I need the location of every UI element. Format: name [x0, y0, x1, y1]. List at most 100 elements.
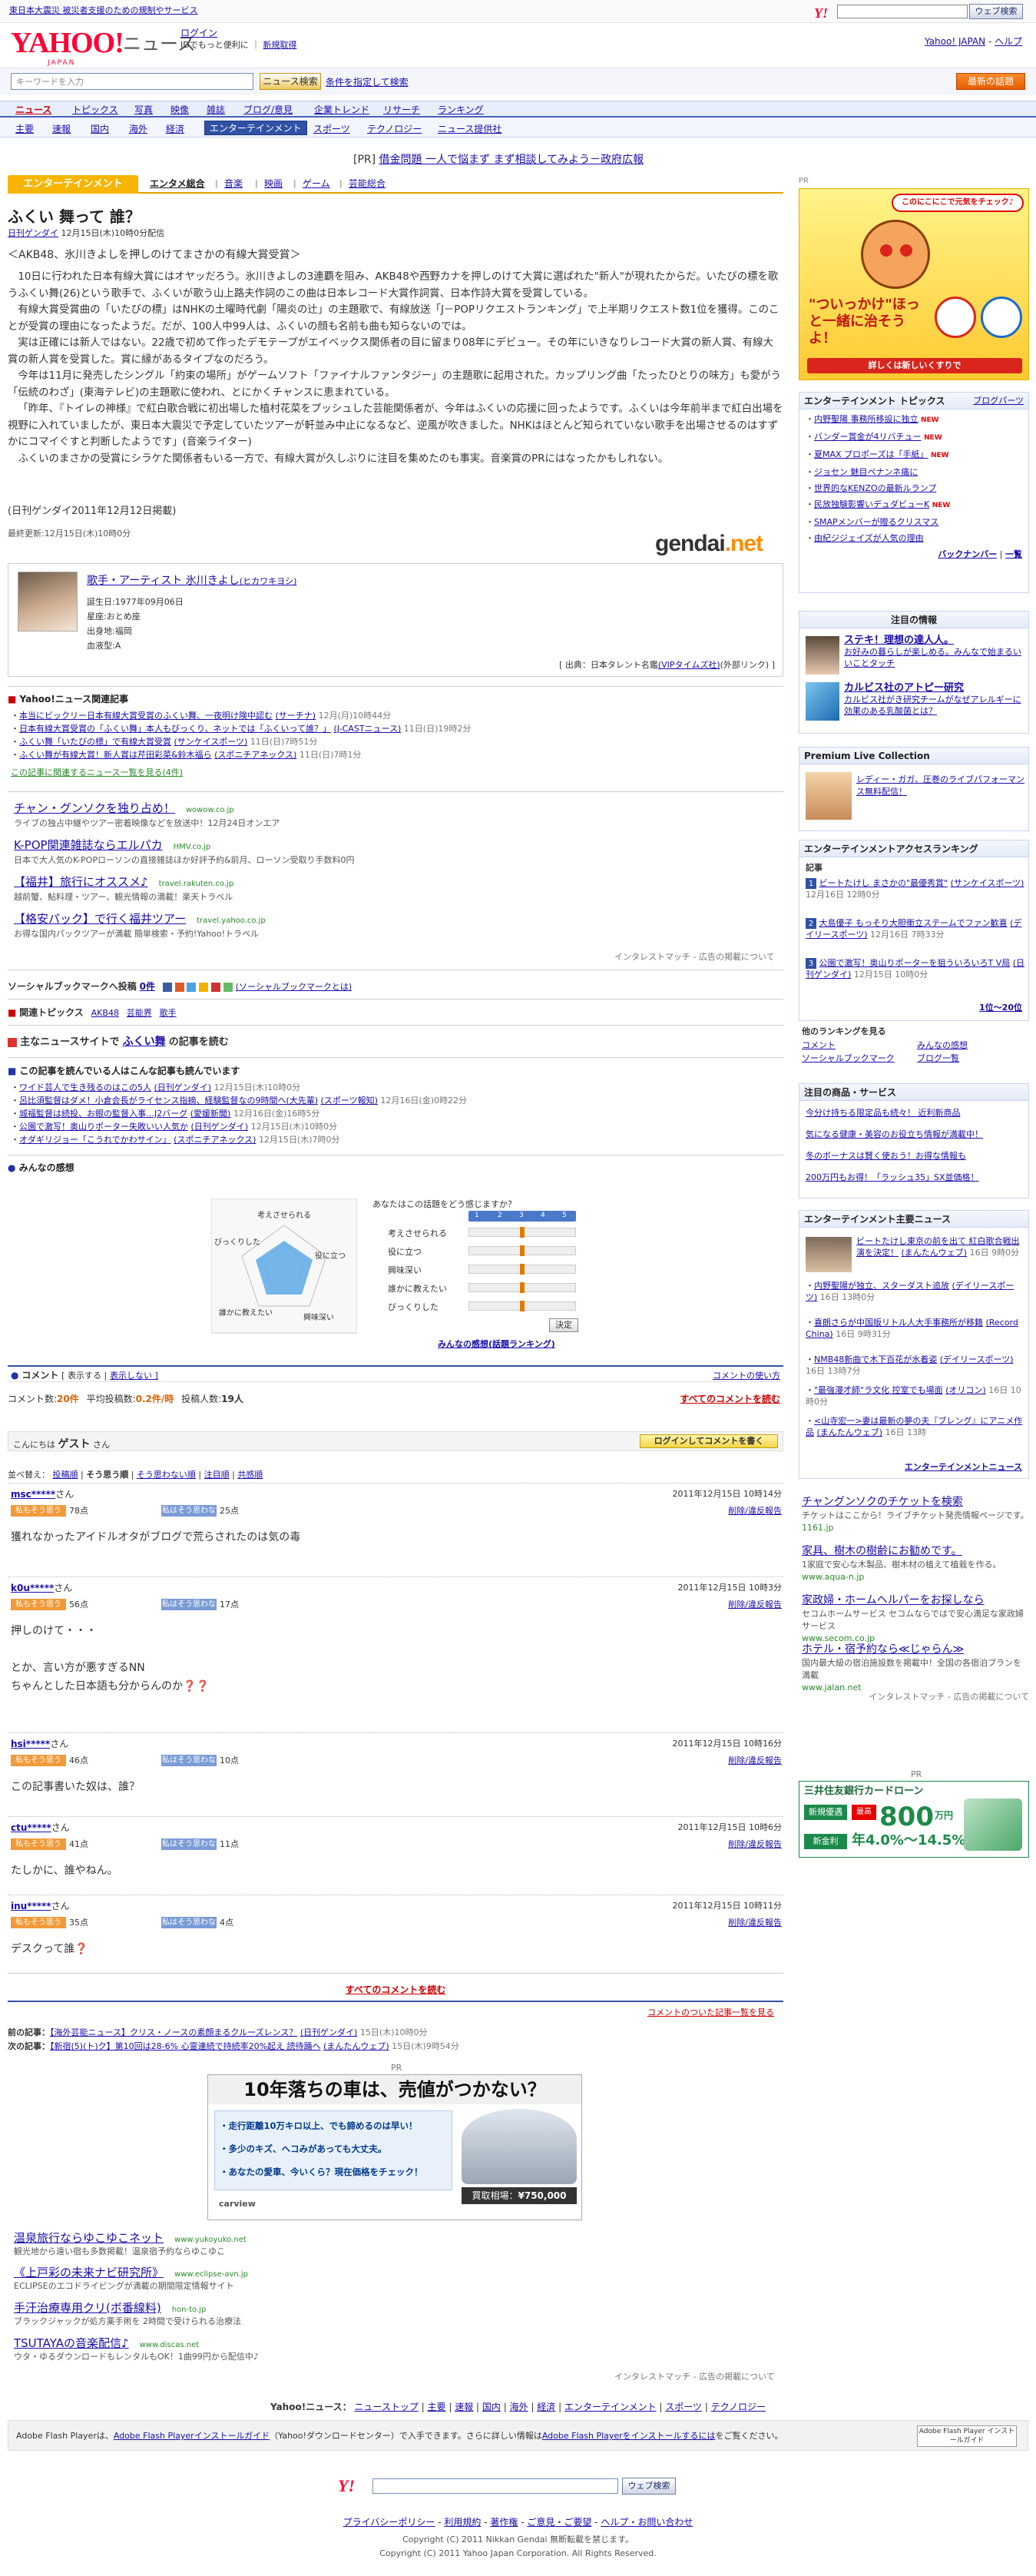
nav-ranking[interactable]: ランキング	[438, 104, 484, 117]
backnumber-link[interactable]: バックナンバー	[938, 549, 997, 559]
interest-match-note[interactable]: インタレストマッチ - 広告の掲載について	[614, 2371, 775, 2383]
footer-nav-link[interactable]: 主要	[428, 2402, 446, 2412]
topics-list-link[interactable]: 一覧	[1005, 549, 1022, 559]
sidebar-ad-item[interactable]: 家具、樹木の樹齢にお勧めです。 1家庭で安心な木製品、樹木材の植えて植栽を作る。 w…	[802, 1543, 1029, 1593]
product-item[interactable]: 冬のボーナスは賢く使おう！お得な情報も	[806, 1145, 1022, 1167]
hide-comments-link[interactable]: 表示しない ]	[110, 1371, 158, 1381]
survey-submit-button[interactable]: 決定	[549, 1318, 578, 1332]
artist-name[interactable]: 歌手・アーティスト 氷川きよし(ヒカワキヨシ)	[87, 573, 296, 588]
sort-option[interactable]: 注目順	[204, 1470, 230, 1480]
also-read-item[interactable]: ・ワイド芸人で生き残るのはこの5人 (日刊ゲンダイ) 12月15日(木)10時0…	[11, 1082, 300, 1094]
agree-button[interactable]: 私もそう思う	[11, 1755, 66, 1766]
subnav-technology[interactable]: テクノロジー	[367, 123, 422, 136]
product-item[interactable]: 200万円もお得！「ラッシュ35」SX並価格！	[806, 1167, 1022, 1189]
related-news-more[interactable]: この記事に関連するニュース一覧を見る(4件)	[11, 767, 183, 779]
survey-slider[interactable]	[468, 1245, 576, 1256]
featured-item[interactable]: ステキ！理想の達人人。 お好みの暮らしが楽しめる。みんなで始まるいいことタッチ	[844, 635, 1025, 669]
ad-item-title[interactable]: 温泉旅行ならゆこゆこネット www.yukoyuko.net	[14, 2230, 247, 2247]
bookmark-count[interactable]: 0件	[140, 981, 155, 992]
related-news-item[interactable]: ・本当にビックリー日本有線大賞受賞のふくい舞、一夜明け険中認む (サーチナ) 1…	[11, 710, 391, 722]
ad-item-title[interactable]: TSUTAYAの音楽配信♪ www.discas.net	[14, 2336, 199, 2352]
login-to-comment-button[interactable]: ログインしてコメントを書く	[640, 1434, 778, 1448]
agree-button[interactable]: 私もそう思う	[11, 1917, 66, 1928]
topic-item[interactable]: ・由紀ジジェイズが人気の理由	[806, 530, 1022, 546]
featured-item[interactable]: カルビス社のアトピー研究 カルビス社がき研究チームがなぜアレルギーに効果のある乳酸…	[844, 682, 1025, 717]
premium-link[interactable]: レディー・ガガ、圧巻のライブパフォーマンス無料配信！	[856, 774, 1025, 798]
nav-research[interactable]: リサーチ	[383, 104, 420, 117]
top-web-search-button[interactable]: ウェブ検索	[969, 4, 1023, 19]
footer-nav-link[interactable]: 海外	[510, 2402, 528, 2412]
other-ranking-link[interactable]: コメント	[802, 1039, 836, 1052]
vip-times-link[interactable]: (VIPタイムズ社)	[658, 660, 720, 670]
survey-slider[interactable]	[468, 1264, 576, 1275]
report-link[interactable]: 削除/違反報告	[728, 1755, 782, 1767]
help-link[interactable]: ヘルプ	[995, 36, 1022, 47]
disagree-button[interactable]: 私はそう思わない	[161, 1838, 217, 1860]
subnav-entertainment[interactable]: エンターテインメント	[204, 121, 307, 135]
footer-nav-link[interactable]: テクノロジー	[711, 2402, 766, 2412]
sort-option-selected[interactable]: そう思う順	[86, 1470, 128, 1480]
footer-nav-link[interactable]: 経済	[537, 2402, 555, 2412]
top-search-input[interactable]	[837, 5, 968, 18]
footer-search-input[interactable]	[372, 2478, 618, 2494]
subnav-sports[interactable]: スポーツ	[313, 123, 350, 136]
pr-link[interactable]: 借金問題 一人で悩まず まず相談してみよう－政府広報	[379, 154, 644, 166]
sort-option[interactable]: 共感順	[237, 1470, 263, 1480]
bookmark-about-link[interactable]: (ソーシャルブックマークとは)	[236, 982, 352, 992]
yahoo-logo-footer[interactable]: Y!	[338, 2474, 355, 2498]
commented-articles-link[interactable]: コメントのついた記事一覧を見る	[647, 2007, 774, 2019]
sidebar-ad-item[interactable]: 家政婦・ホームヘルパーをお探しなら セコムホームサービス セコムならではで安心満足…	[802, 1593, 1029, 1643]
related-news-item[interactable]: ・日本有線大賞受賞の「ふくい舞」本人もびっくり、ネットでは「ふくいって誰？」 (…	[11, 723, 471, 735]
sort-option[interactable]: 投稿順	[53, 1470, 78, 1480]
ad-item-title[interactable]: 手汗治療専用クリ(ボ番線料) hon-to.jp	[14, 2300, 206, 2317]
bookmark-service-icon[interactable]	[223, 982, 233, 992]
survey-slider[interactable]	[468, 1227, 576, 1238]
disaster-notice-link[interactable]: 東日本大震災 被災者支援のための規制やサービス	[9, 5, 198, 17]
ent-news-item[interactable]: ・"最強漫才師"ラ文化 控室でも場面 (オリコン) 16日 10時0分	[806, 1384, 1025, 1407]
topic-item[interactable]: ・内野聖陽 事務所移設に独立 NEW	[806, 411, 1022, 429]
footer-link[interactable]: 著作権	[490, 2517, 518, 2528]
report-link[interactable]: 削除/違反報告	[728, 1917, 782, 1929]
gendai-logo[interactable]: gendai.net	[655, 527, 763, 561]
nav-magazine[interactable]: 雑誌	[207, 104, 225, 117]
blog-parts-link[interactable]: ブログパーツ	[973, 395, 1024, 407]
disagree-button[interactable]: 私はそう思わない	[161, 1505, 217, 1527]
agree-button[interactable]: 私もそう思う	[11, 1505, 66, 1517]
nav-news[interactable]: ニュース	[15, 104, 51, 117]
other-ranking-link[interactable]: ブログ一覧	[917, 1053, 959, 1065]
featured-image[interactable]	[806, 682, 839, 721]
interest-match-note[interactable]: インタレストマッチ - 広告の掲載について	[614, 951, 775, 963]
bookmark-service-icon[interactable]	[174, 982, 184, 992]
ent-news-item[interactable]: ビートたけし東京の前を出て 紅白歌合戦出演を決定！ (まんたんウェブ) 16日 …	[856, 1235, 1025, 1258]
ranking-item[interactable]: 1 ビートたけし まさかの"最優秀賞" (サンケイスポーツ) 12月16日 12…	[806, 877, 1025, 900]
comment-policy-link[interactable]: コメントの使い方	[713, 1370, 780, 1382]
ad-item-title[interactable]: K-POP関連雑誌ならエルパカ HMV.co.jp	[14, 837, 210, 854]
footer-nav-link[interactable]: エンターテインメント	[564, 2402, 657, 2412]
ranking-more-link[interactable]: 1位～20位	[979, 1002, 1022, 1014]
footer-nav-link[interactable]: ニューストップ	[354, 2402, 418, 2412]
ad-item-title[interactable]: 【格安パック】で行く福井ツアー travel.yahoo.co.jp	[14, 911, 266, 928]
topic-link[interactable]: 歌手	[160, 1008, 177, 1018]
nav-photos[interactable]: 写真	[134, 104, 153, 117]
topic-item[interactable]: ・ジョセン 魅目ペナンネ痛に	[806, 464, 1022, 480]
advanced-search-link[interactable]: 条件を指定して検索	[326, 76, 409, 89]
cat-tab-general[interactable]: エンタメ総合	[150, 177, 205, 191]
disagree-button[interactable]: 私はそう思わない	[161, 1917, 217, 1938]
footer-link[interactable]: ご意見・ご要望	[527, 2517, 591, 2528]
footer-link[interactable]: 利用規約	[444, 2517, 481, 2528]
subnav-economy[interactable]: 経済	[166, 123, 184, 136]
ad-item-title[interactable]: 【福井】旅行にオススメ♪ travel.rakuten.co.jp	[14, 874, 233, 891]
ent-news-item[interactable]: ・<山寺宏一>妻は最新の夢の夫『ブレング』にアニメ作品 (まんたんウェブ) 16…	[806, 1415, 1025, 1438]
comment-user[interactable]: msc*****	[11, 1489, 55, 1500]
product-item[interactable]: 気になる健康・美容のお役立ち情報が満載中！	[806, 1124, 1022, 1145]
product-item[interactable]: 今分け持ちる限定品も続々！ 近利新商品	[806, 1102, 1022, 1124]
flash-install-button[interactable]: Adobe Flash Player インストールガイド	[917, 2425, 1017, 2447]
cat-tab-movie[interactable]: 映画	[264, 177, 283, 191]
topic-item[interactable]: ・バンダー賞金が4リバチュー NEW	[806, 429, 1022, 446]
anpanman-cta[interactable]: 詳しくは新しいくすりで	[807, 358, 1022, 373]
card-loan-ad[interactable]: 三井住友銀行カードローン 新規優遇 最高 800 万円 新金利 年4.0%～14…	[799, 1781, 1029, 1858]
ad-item-title[interactable]: チャン・グンソクを独り占め！ wowow.co.jp	[14, 801, 234, 817]
subnav-providers[interactable]: ニュース提供社	[438, 123, 501, 136]
survey-ranking-link[interactable]: みんなの感想(話題ランキング)	[438, 1338, 555, 1351]
subnav-domestic[interactable]: 国内	[91, 123, 109, 136]
